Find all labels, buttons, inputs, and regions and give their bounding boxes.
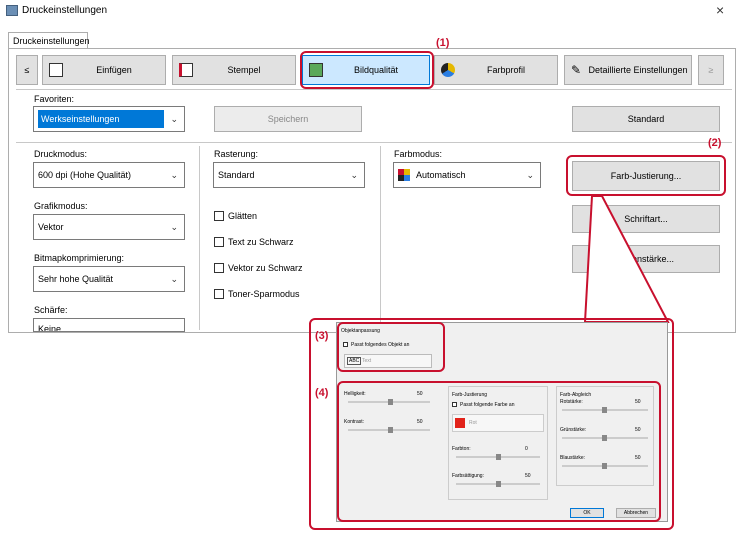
callout-4: (4) <box>315 387 329 399</box>
callout-3: (3) <box>315 330 329 342</box>
callout-box-4 <box>337 381 661 522</box>
callout-box-3 <box>337 322 445 372</box>
